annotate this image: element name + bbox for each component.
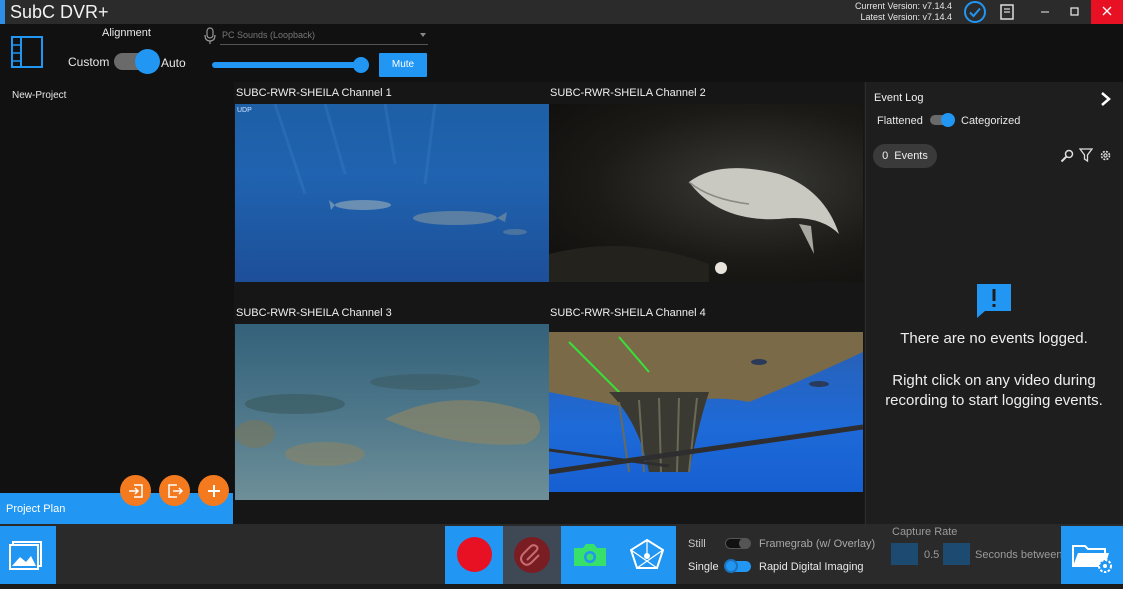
channel-4-video[interactable] (549, 332, 863, 492)
view-mode-toggle[interactable] (930, 113, 955, 127)
plus-icon (207, 484, 220, 497)
channel-3-video[interactable] (235, 324, 549, 500)
volume-slider-handle[interactable] (353, 57, 369, 73)
rapid-imaging-toggle[interactable] (724, 559, 751, 573)
export-button[interactable] (159, 475, 190, 506)
project-name[interactable]: New-Project (12, 90, 66, 101)
channel-1-label: SUBC-RWR-SHEILA Channel 1 (236, 87, 392, 99)
alignment-toggle[interactable] (114, 49, 160, 74)
channel-4-label: SUBC-RWR-SHEILA Channel 4 (550, 307, 706, 319)
events-count-badge[interactable]: 0 Events (873, 144, 937, 168)
camera-icon (574, 544, 606, 566)
folder-gear-icon (1072, 545, 1112, 573)
capture-rate-unit: Seconds between s (975, 549, 1061, 561)
event-log-title: Event Log (874, 92, 924, 104)
record-icon (457, 537, 492, 572)
channel-2-video[interactable] (549, 104, 863, 282)
events-count: 0 (882, 150, 889, 162)
audio-source-select[interactable]: PC Sounds (Loopback) (220, 27, 428, 45)
framegrab-label: Framegrab (w/ Overlay) (759, 538, 876, 550)
import-icon (128, 483, 143, 498)
layout-icon[interactable] (10, 35, 44, 69)
events-count-label: Events (894, 150, 928, 162)
single-label: Single (688, 561, 719, 573)
paperclip-icon (514, 537, 550, 573)
framegrab-toggle[interactable] (725, 538, 751, 549)
categorized-label: Categorized (961, 115, 1021, 127)
chevron-down-icon (420, 33, 426, 37)
gear-icon[interactable] (1099, 149, 1112, 162)
rapid-imaging-button[interactable] (619, 526, 676, 584)
channel-1-video[interactable] (235, 104, 549, 282)
snapshot-button[interactable] (561, 526, 619, 584)
gallery-button[interactable] (0, 526, 56, 584)
still-label: Still (688, 538, 706, 550)
mute-button[interactable]: Mute (379, 53, 427, 77)
app-title: SubC DVR+ (10, 2, 109, 22)
capture-rate-value: 0.5 (924, 549, 940, 561)
title-accent (0, 0, 5, 24)
toolbar (0, 24, 1123, 82)
microphone-icon (204, 27, 216, 44)
book-icon[interactable] (998, 3, 1016, 21)
events-hint: Right click on any video during recordin… (885, 372, 1103, 409)
chevron-right-icon[interactable] (1098, 91, 1112, 107)
message-alert-icon (977, 284, 1011, 318)
title-bar (0, 0, 1123, 24)
maximize-button[interactable] (1060, 0, 1090, 24)
folder-settings-button[interactable] (1061, 526, 1123, 584)
audio-source-value: PC Sounds (Loopback) (222, 30, 316, 40)
import-button[interactable] (120, 475, 151, 506)
filter-icon[interactable] (1079, 148, 1093, 163)
flattened-label: Flattened (877, 115, 923, 127)
rate-decrease-button[interactable] (891, 543, 918, 565)
channel-3-label: SUBC-RWR-SHEILA Channel 3 (236, 307, 392, 319)
search-icon[interactable] (1060, 149, 1074, 163)
check-circle-icon[interactable] (963, 0, 987, 24)
project-plan-label: Project Plan (6, 503, 66, 515)
export-icon (167, 483, 183, 498)
gallery-icon (9, 541, 42, 570)
alignment-label: Alignment (102, 27, 151, 39)
network-icon (629, 538, 665, 569)
rapid-imaging-label: Rapid Digital Imaging (759, 561, 864, 573)
rate-increase-button[interactable] (943, 543, 970, 565)
close-button[interactable] (1091, 0, 1123, 24)
auto-label: Auto (161, 56, 186, 70)
custom-label: Custom (68, 55, 110, 69)
empty-events-message: There are no events logged. (900, 330, 1088, 347)
project-panel (0, 82, 234, 524)
channel-2-label: SUBC-RWR-SHEILA Channel 2 (550, 87, 706, 99)
add-button[interactable] (198, 475, 229, 506)
stream-tag: UDP (237, 107, 252, 114)
minimize-button[interactable] (1030, 0, 1060, 24)
volume-slider[interactable] (212, 62, 362, 68)
latest-version: Latest Version: v7.14.4 (860, 12, 952, 22)
capture-rate-title: Capture Rate (892, 526, 958, 538)
current-version: Current Version: v7.14.4 (854, 1, 952, 11)
